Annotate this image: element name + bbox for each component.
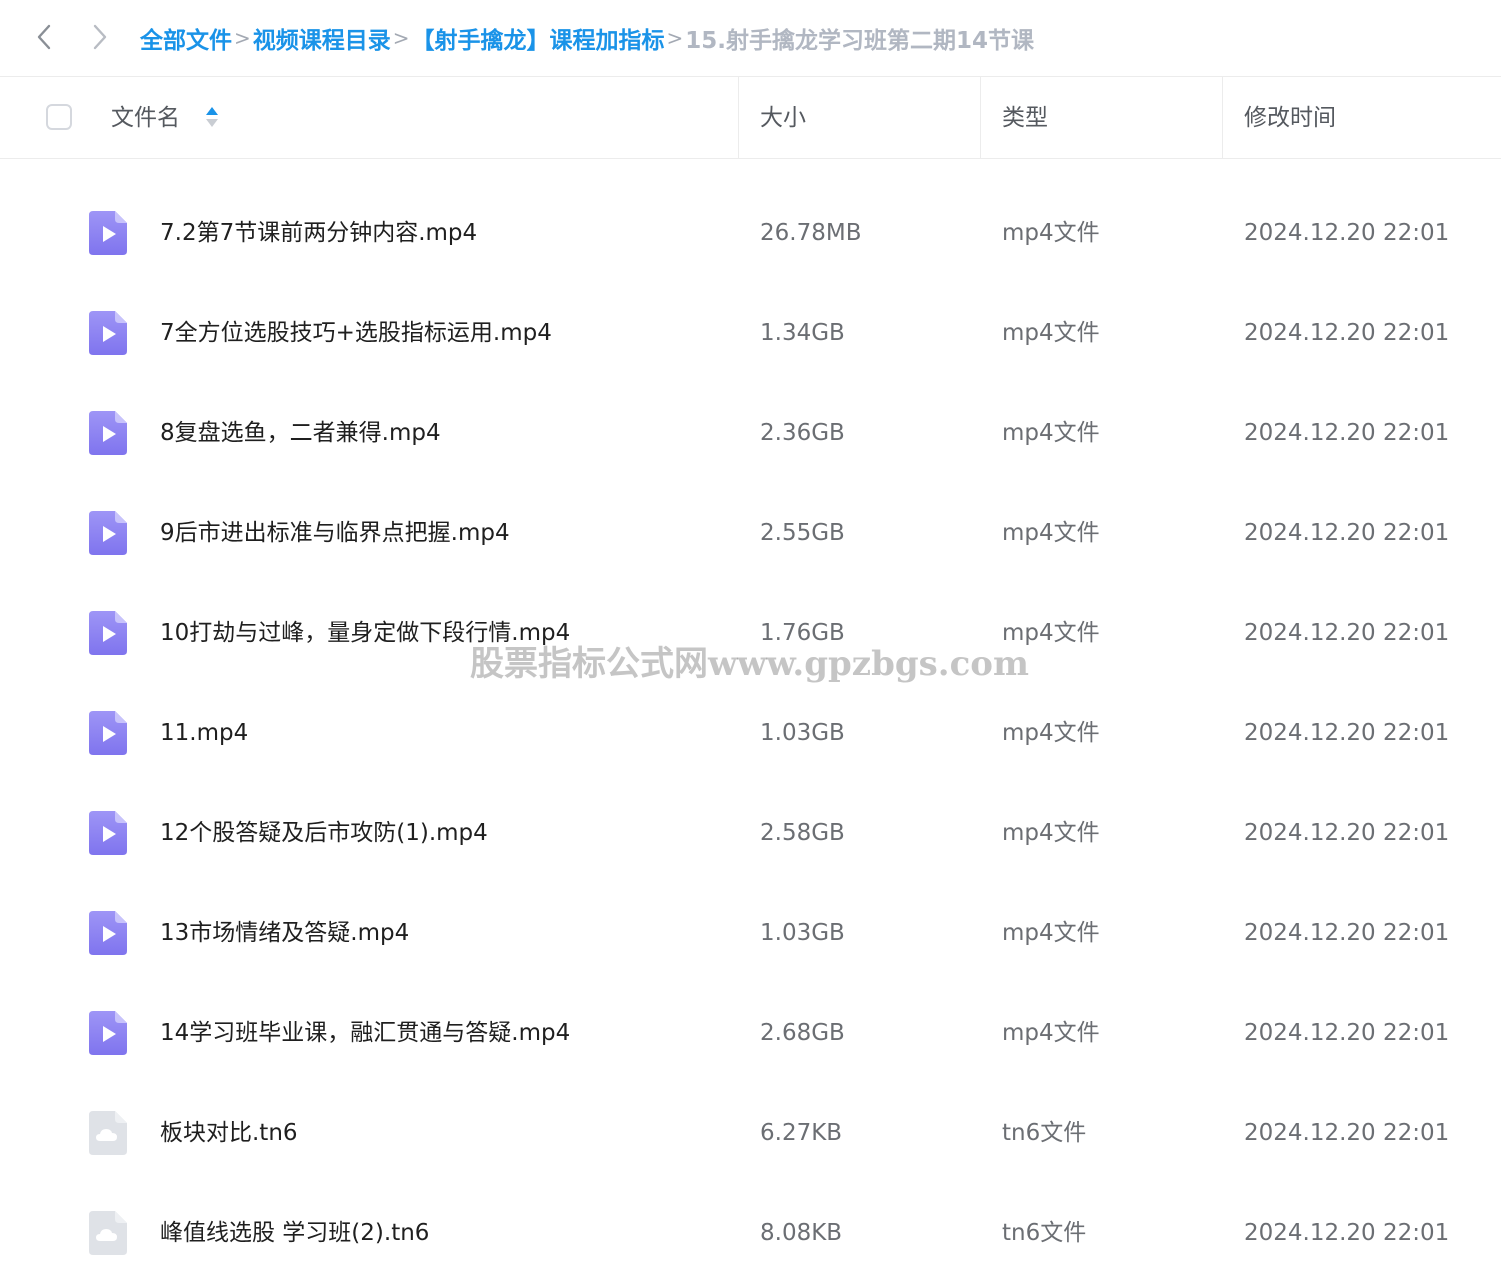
file-type: mp4文件 — [1002, 1020, 1100, 1046]
breadcrumb-separator: > — [392, 26, 410, 50]
file-modified-time: 2024.12.20 22:01 — [1244, 520, 1450, 546]
file-size: 2.58GB — [760, 820, 845, 846]
column-header-name[interactable]: 文件名 — [111, 101, 180, 135]
file-type: tn6文件 — [1002, 1220, 1087, 1246]
table-row[interactable]: 14学习班毕业课，融汇贯通与答疑.mp4 2.68GB mp4文件 2024.12.2… — [0, 983, 1501, 1083]
video-file-icon — [89, 911, 127, 955]
table-row[interactable]: 8复盘选鱼，二者兼得.mp4 2.36GB mp4文件 2024.12.20 22:0… — [0, 383, 1501, 483]
file-modified-time: 2024.12.20 22:01 — [1244, 420, 1450, 446]
video-file-icon — [89, 311, 127, 355]
file-name[interactable]: 10打劫与过峰，量身定做下段行情.mp4 — [160, 615, 570, 651]
file-modified-time: 2024.12.20 22:01 — [1244, 920, 1450, 946]
video-file-icon — [89, 811, 127, 855]
file-size: 2.68GB — [760, 1020, 845, 1046]
chevron-left-icon — [37, 24, 51, 50]
file-modified-time: 2024.12.20 22:01 — [1244, 1020, 1450, 1046]
select-all-checkbox[interactable] — [46, 104, 72, 130]
file-modified-time: 2024.12.20 22:01 — [1244, 820, 1450, 846]
file-modified-time: 2024.12.20 22:01 — [1244, 320, 1450, 346]
file-name[interactable]: 12个股答疑及后市攻防(1).mp4 — [160, 815, 488, 851]
file-name[interactable]: 板块对比.tn6 — [160, 1115, 298, 1151]
file-type: mp4文件 — [1002, 420, 1100, 446]
file-modified-time: 2024.12.20 22:01 — [1244, 720, 1450, 746]
file-modified-time: 2024.12.20 22:01 — [1244, 1220, 1450, 1246]
file-type: mp4文件 — [1002, 820, 1100, 846]
file-type: mp4文件 — [1002, 220, 1100, 246]
table-row[interactable]: 12个股答疑及后市攻防(1).mp4 2.58GB mp4文件 2024.12.20 … — [0, 783, 1501, 883]
table-header: 文件名 大小 类型 修改时间 — [0, 77, 1501, 159]
file-size: 1.34GB — [760, 320, 845, 346]
table-row[interactable]: 10打劫与过峰，量身定做下段行情.mp4 1.76GB mp4文件 2024.12.2… — [0, 583, 1501, 683]
column-divider — [1222, 77, 1223, 158]
file-size: 1.03GB — [760, 920, 845, 946]
column-divider — [980, 77, 981, 158]
breadcrumb-item-course[interactable]: 【射手擒龙】课程加指标 — [412, 21, 665, 55]
file-size: 8.08KB — [760, 1220, 843, 1246]
table-row[interactable]: 板块对比.tn6 6.27KB tn6文件 2024.12.20 22:01 — [0, 1083, 1501, 1183]
file-type: mp4文件 — [1002, 520, 1100, 546]
back-button[interactable] — [30, 22, 58, 52]
file-name[interactable]: 14学习班毕业课，融汇贯通与答疑.mp4 — [160, 1015, 570, 1051]
video-file-icon — [89, 411, 127, 455]
file-size: 6.27KB — [760, 1120, 843, 1146]
breadcrumb-current-folder: 15.射手擒龙学习班第二期14节课 — [685, 28, 1035, 54]
file-type: mp4文件 — [1002, 320, 1100, 346]
column-header-modified[interactable]: 修改时间 — [1244, 101, 1336, 135]
cloud-file-icon — [89, 1211, 127, 1255]
file-modified-time: 2024.12.20 22:01 — [1244, 220, 1450, 246]
forward-button[interactable] — [86, 22, 114, 52]
column-header-size[interactable]: 大小 — [760, 101, 806, 135]
video-file-icon — [89, 611, 127, 655]
table-row[interactable]: 7全方位选股技巧+选股指标运用.mp4 1.34GB mp4文件 2024.12.20… — [0, 283, 1501, 383]
file-type: mp4文件 — [1002, 620, 1100, 646]
cloud-file-icon — [89, 1111, 127, 1155]
file-size: 26.78MB — [760, 220, 862, 246]
table-row[interactable]: 7.2第7节课前两分钟内容.mp4 26.78MB mp4文件 2024.12.20 … — [0, 183, 1501, 283]
file-name[interactable]: 9后市进出标准与临界点把握.mp4 — [160, 515, 510, 551]
table-row[interactable]: 峰值线选股 学习班(2).tn6 8.08KB tn6文件 2024.12.20 22… — [0, 1183, 1501, 1283]
breadcrumb-item-video-catalog[interactable]: 视频课程目录 — [253, 21, 391, 55]
top-bar: 全部文件 > 视频课程目录 > 【射手擒龙】课程加指标 > 15.射手擒龙学习班… — [0, 0, 1501, 77]
file-type: mp4文件 — [1002, 720, 1100, 746]
file-name[interactable]: 峰值线选股 学习班(2).tn6 — [160, 1215, 429, 1251]
file-name[interactable]: 8复盘选鱼，二者兼得.mp4 — [160, 415, 441, 451]
file-size: 2.55GB — [760, 520, 845, 546]
file-name[interactable]: 11.mp4 — [160, 715, 248, 751]
file-size: 1.03GB — [760, 720, 845, 746]
file-modified-time: 2024.12.20 22:01 — [1244, 620, 1450, 646]
breadcrumb: 全部文件 > 视频课程目录 > 【射手擒龙】课程加指标 > 15.射手擒龙学习班… — [140, 18, 1034, 58]
file-type: mp4文件 — [1002, 920, 1100, 946]
column-divider — [738, 77, 739, 158]
breadcrumb-item-all-files[interactable]: 全部文件 — [140, 21, 232, 55]
file-size: 2.36GB — [760, 420, 845, 446]
video-file-icon — [89, 711, 127, 755]
file-modified-time: 2024.12.20 22:01 — [1244, 1120, 1450, 1146]
breadcrumb-separator: > — [666, 26, 684, 50]
column-header-type[interactable]: 类型 — [1002, 101, 1048, 135]
file-size: 1.76GB — [760, 620, 845, 646]
video-file-icon — [89, 1011, 127, 1055]
video-file-icon — [89, 211, 127, 255]
file-name[interactable]: 13市场情绪及答疑.mp4 — [160, 915, 409, 951]
file-name[interactable]: 7全方位选股技巧+选股指标运用.mp4 — [160, 315, 552, 351]
chevron-right-icon — [93, 24, 107, 50]
breadcrumb-separator: > — [234, 26, 251, 50]
sort-icon[interactable] — [205, 104, 219, 130]
file-name[interactable]: 7.2第7节课前两分钟内容.mp4 — [160, 215, 477, 251]
table-row[interactable]: 11.mp4 1.03GB mp4文件 2024.12.20 22:01 — [0, 683, 1501, 783]
table-row[interactable]: 9后市进出标准与临界点把握.mp4 2.55GB mp4文件 2024.12.20 2… — [0, 483, 1501, 583]
video-file-icon — [89, 511, 127, 555]
file-type: tn6文件 — [1002, 1120, 1087, 1146]
table-row[interactable]: 13市场情绪及答疑.mp4 1.03GB mp4文件 2024.12.20 22:01 — [0, 883, 1501, 983]
